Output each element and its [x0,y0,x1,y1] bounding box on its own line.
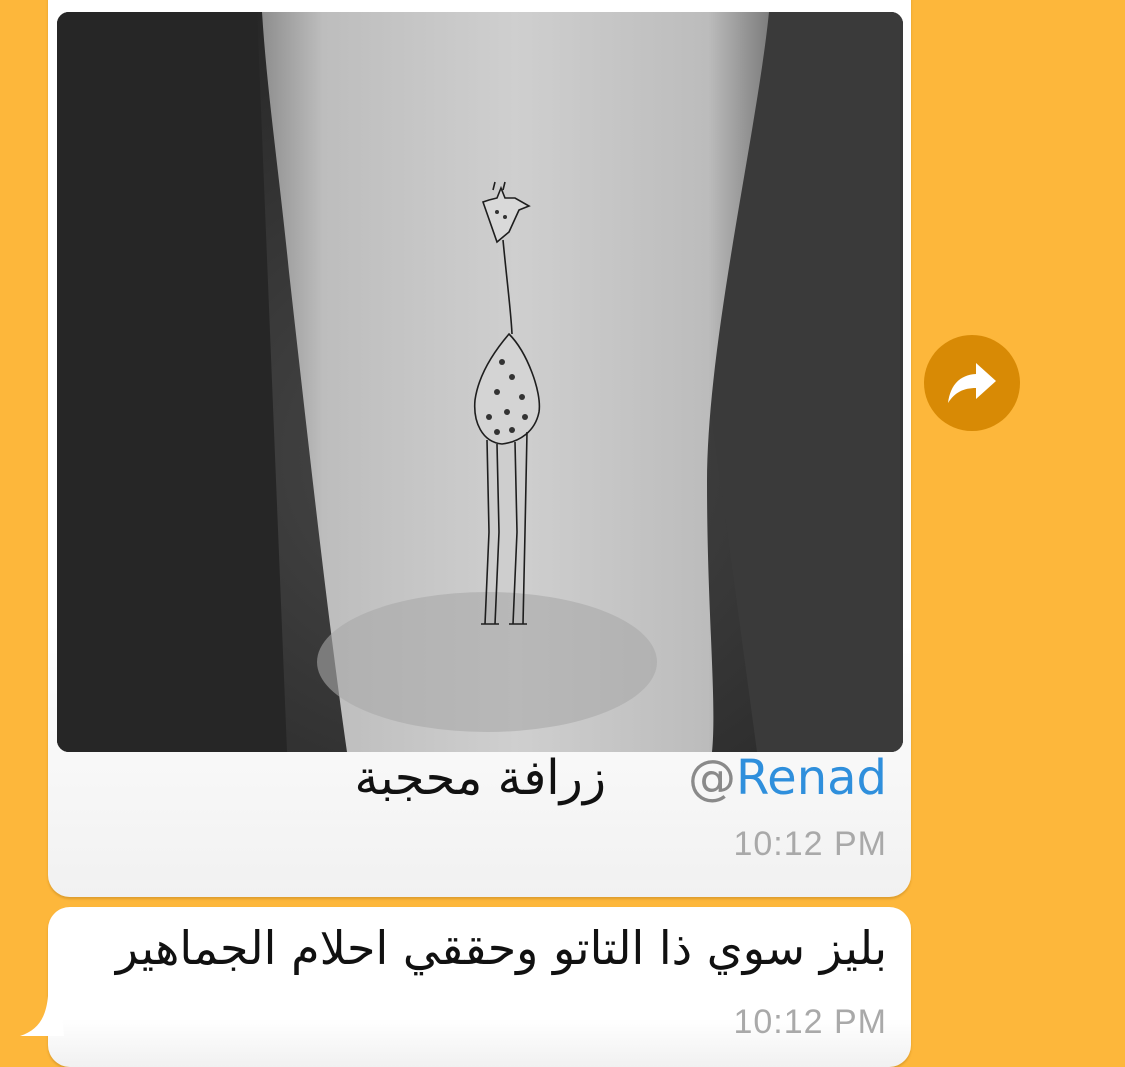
photo-caption: @Renad زرافة محجبة [354,750,887,806]
forward-button[interactable] [924,335,1020,431]
mention-renad[interactable]: Renad [736,750,887,806]
text-message-bubble[interactable]: بليز سوي ذا التاتو وحققي احلام الجماهير … [48,907,911,1067]
tattoo-photo[interactable] [57,12,903,752]
mention-at-sign: @ [687,750,736,806]
giraffe-tattoo-image [57,12,903,752]
photo-message-time: 10:12 PM [733,825,887,863]
caption-text: زرافة محجبة [354,750,606,806]
bubble-tail [20,996,64,1036]
message-text: بليز سوي ذا التاتو وحققي احلام الجماهير [115,921,887,975]
text-message-time: 10:12 PM [733,1003,887,1041]
photo-message-bubble[interactable]: @Renad زرافة محجبة 10:12 PM [48,0,911,897]
forward-arrow-icon [948,363,996,403]
